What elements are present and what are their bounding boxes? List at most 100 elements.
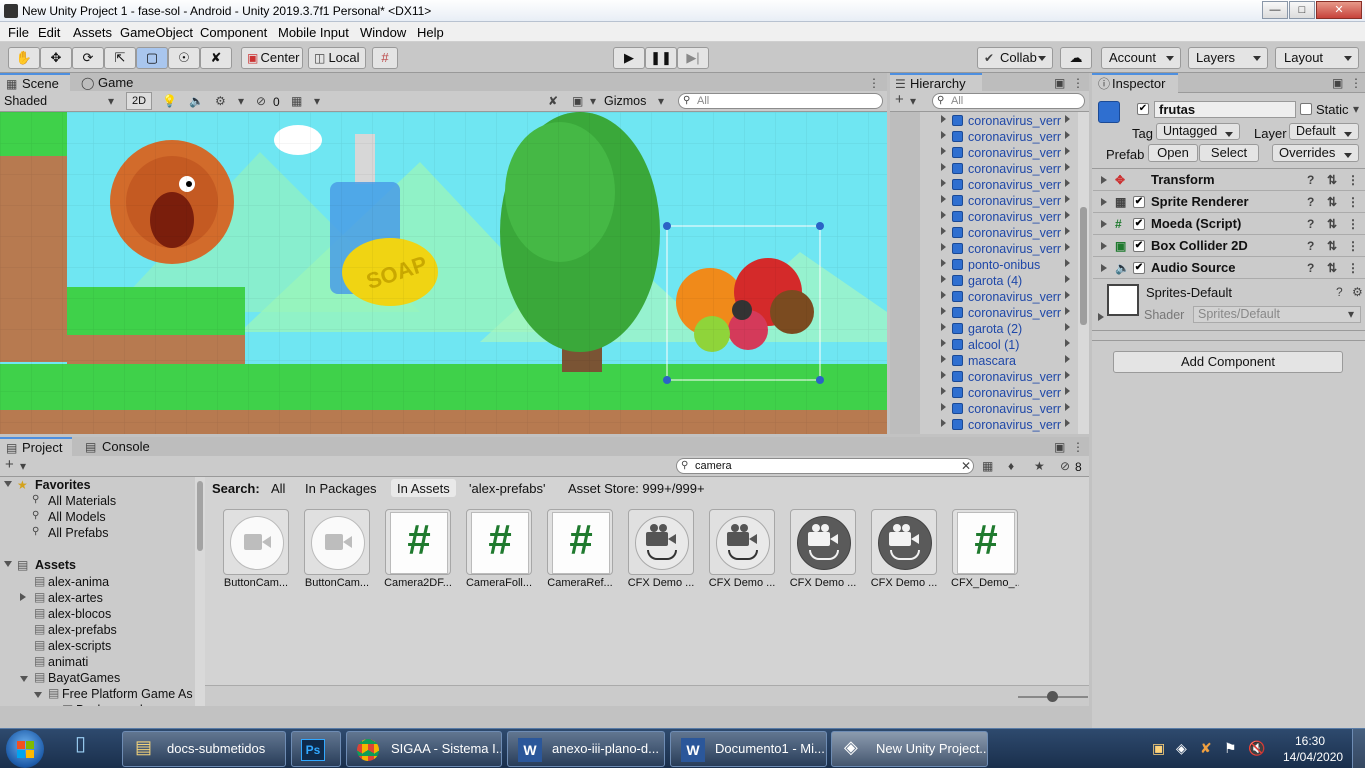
expand-arrow-icon[interactable] [34,692,42,702]
component-menu-icon[interactable]: ⋮ [1347,195,1359,209]
lock-icon[interactable]: ▣ [1054,440,1065,454]
filter-alex-prefabs[interactable]: 'alex-prefabs' [469,481,546,496]
collab-dropdown[interactable]: ✔ Collab [977,47,1053,69]
icon-size-slider-handle[interactable] [1047,691,1058,702]
tray-tool-icon[interactable]: ✘ [1200,741,1212,755]
taskbar-item-unity[interactable]: ◈ New Unity Project... [831,731,988,767]
play-button[interactable]: ▶ [613,47,645,69]
open-prefab-arrow-icon[interactable] [1065,147,1072,155]
component-enabled-checkbox[interactable]: ✔ [1133,240,1145,252]
menu-assets[interactable]: Assets [73,25,112,40]
component-moeda-script[interactable]: # ✔ Moeda (Script)? ⇅ ⋮ [1093,213,1365,235]
explorer-pinned-button[interactable]: ▯ [70,733,104,765]
hierarchy-item[interactable]: garota (2) [890,321,1072,337]
expand-arrow-icon[interactable] [941,115,950,123]
expand-arrow-icon[interactable] [4,561,12,571]
panel-menu-icon[interactable]: ⋮ [1072,76,1084,90]
asset-item[interactable]: CFX Demo ... [627,509,695,589]
hierarchy-item[interactable]: coronavirus_verr [890,401,1072,417]
project-folder-item[interactable]: ▤ alex-prefabs [0,622,195,638]
open-prefab-arrow-icon[interactable] [1065,307,1072,315]
show-desktop-button[interactable] [1352,729,1365,768]
hierarchy-item[interactable]: coronavirus_verr [890,193,1072,209]
favorite-all-prefabs[interactable]: All Prefabs [48,526,108,540]
open-prefab-arrow-icon[interactable] [1065,371,1072,379]
asset-item[interactable]: # CameraFoll... [465,509,533,589]
expand-arrow-icon[interactable] [941,323,950,331]
filter-all[interactable]: All [271,481,285,496]
camera-dropdown-icon[interactable]: ▾ [590,94,596,108]
expand-arrow-icon[interactable] [941,371,950,379]
hidden-packages-icon[interactable]: ⊘ [1060,459,1070,473]
lighting-icon[interactable]: 💡 [162,94,177,108]
expand-arrow-icon[interactable] [941,355,950,363]
expand-arrow-icon[interactable] [941,243,950,251]
open-prefab-arrow-icon[interactable] [1065,195,1072,203]
prefab-select-button[interactable]: Select [1199,144,1259,162]
step-button[interactable]: ▶| [677,47,709,69]
asset-item[interactable]: ButtonCam... [222,509,290,589]
assets-root[interactable]: Assets [35,558,76,572]
preset-icon[interactable]: ⇅ [1327,217,1337,231]
scene-viewport[interactable]: SOAP [0,112,887,434]
expand-arrow-icon[interactable] [941,419,950,427]
help-icon[interactable]: ? [1307,239,1314,253]
pivot-center-button[interactable]: ▣ Center [241,47,303,69]
taskbar-item-docs[interactable]: ▤ docs-submetidos [122,731,286,767]
preset-icon[interactable]: ⇅ [1327,261,1337,275]
layers-dropdown[interactable]: Layers [1188,47,1268,69]
rotate-tool-button[interactable]: ⟳ [72,47,104,69]
object-name-field[interactable]: frutas [1154,101,1296,118]
help-icon[interactable]: ? [1307,195,1314,209]
hierarchy-item[interactable]: coronavirus_verr [890,161,1072,177]
hierarchy-item[interactable]: coronavirus_verr [890,145,1072,161]
lock-icon[interactable]: ▣ [1054,76,1065,90]
create-plus-icon[interactable]: + [5,457,14,472]
grid-visibility-icon[interactable]: ▦ [291,94,302,108]
static-checkbox[interactable] [1300,103,1312,115]
expand-arrow-icon[interactable] [20,676,28,686]
hierarchy-item[interactable]: coronavirus_verr [890,369,1072,385]
camera-icon[interactable]: ▣ [572,94,583,108]
asset-item[interactable]: # CameraRef... [546,509,614,589]
clock-date[interactable]: 14/04/2020 [1283,750,1343,764]
menu-component[interactable]: Component [200,25,267,40]
component-enabled-checkbox[interactable]: ✔ [1133,262,1145,274]
tab-scene[interactable]: ▦ Scene [0,73,70,93]
create-dropdown-icon[interactable]: ▾ [20,459,26,473]
expand-arrow-icon[interactable] [941,259,950,267]
search-by-type-icon[interactable]: ▦ [982,459,993,473]
tag-dropdown[interactable]: Untagged [1156,123,1240,140]
open-prefab-arrow-icon[interactable] [1065,291,1072,299]
static-dropdown-icon[interactable]: ▾ [1353,102,1359,116]
account-dropdown[interactable]: Account [1101,47,1181,69]
hierarchy-item[interactable]: alcool (1) [890,337,1072,353]
hierarchy-search-input[interactable]: ⚲ All [932,93,1085,109]
help-icon[interactable]: ? [1336,285,1343,299]
panel-menu-icon[interactable]: ⋮ [1350,76,1362,90]
project-folder-item[interactable]: ▤ alex-scripts [0,638,195,654]
component-sprite-renderer[interactable]: ▦ ✔ Sprite Renderer? ⇅ ⋮ [1093,191,1365,213]
prefab-overrides-dropdown[interactable]: Overrides [1272,144,1359,162]
project-folder-item[interactable]: ▤ BayatGames [0,670,195,686]
favorite-all-models[interactable]: All Models [48,510,106,524]
tray-unity-icon[interactable]: ◈ [1176,741,1187,755]
hierarchy-item[interactable]: garota (4) [890,273,1072,289]
open-prefab-arrow-icon[interactable] [1065,227,1072,235]
hierarchy-item[interactable]: coronavirus_verr [890,305,1072,321]
label-icon[interactable]: ♦ [1008,459,1014,473]
effects-icon[interactable]: ⚙ [215,94,226,108]
expand-arrow-icon[interactable] [941,227,950,235]
component-menu-icon[interactable]: ⋮ [1347,239,1359,253]
open-prefab-arrow-icon[interactable] [1065,387,1072,395]
project-tree-scroll-thumb[interactable] [197,481,203,551]
menu-edit[interactable]: Edit [38,25,60,40]
tray-flag-icon[interactable]: ⚑ [1224,741,1237,755]
tab-project[interactable]: ▤ Project [0,437,72,457]
transform-tool-button[interactable]: ☉ [168,47,200,69]
expand-arrow-icon[interactable] [941,339,950,347]
hierarchy-item[interactable]: coronavirus_verr [890,289,1072,305]
component-audio-source[interactable]: 🔈 ✔ Audio Source? ⇅ ⋮ [1093,257,1365,279]
filter-in-assets[interactable]: In Assets [391,479,456,497]
material-expand-icon[interactable] [1098,313,1108,321]
